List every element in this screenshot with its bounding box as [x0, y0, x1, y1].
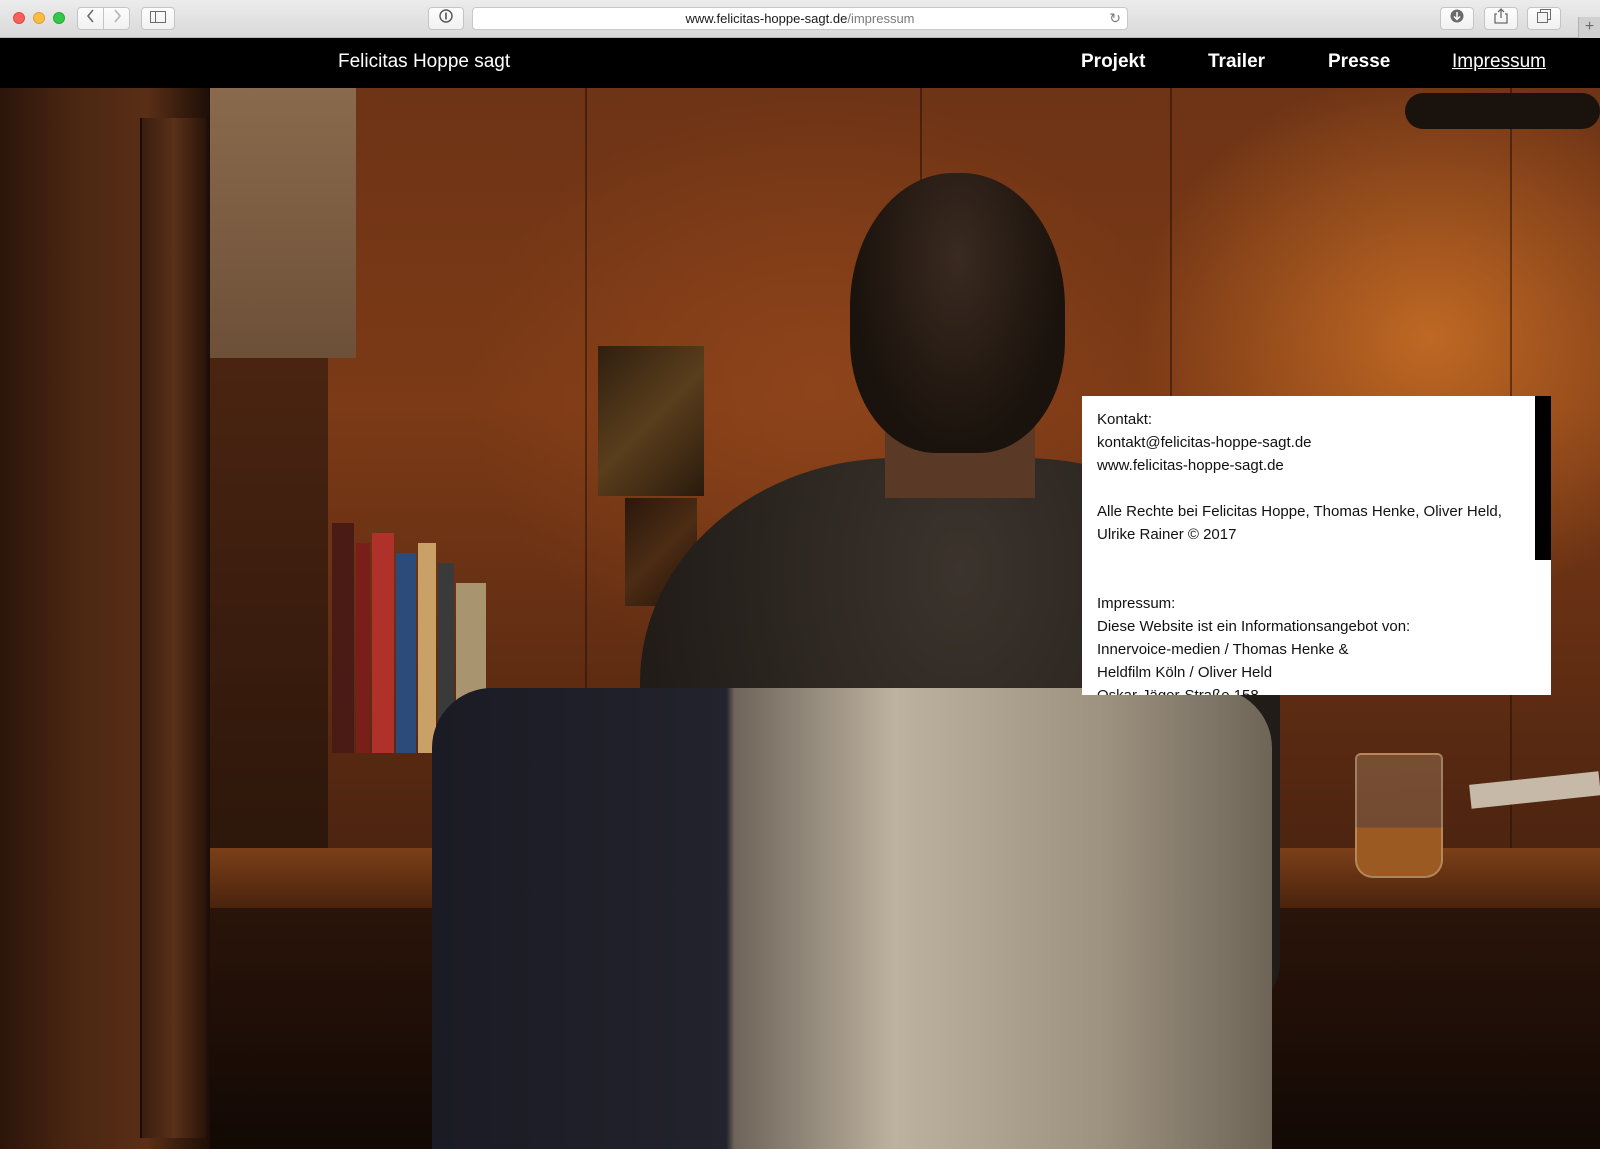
- close-window-button[interactable]: [13, 12, 25, 24]
- back-button[interactable]: [77, 7, 104, 30]
- nav-link-trailer[interactable]: Trailer: [1208, 38, 1265, 86]
- rights-text-line-1: Alle Rechte bei Felicitas Hoppe, Thomas …: [1097, 503, 1502, 520]
- street-address: Oskar-Jäger-Straße 158: [1097, 684, 1527, 695]
- url-domain: www.felicitas-hoppe-sagt.de: [685, 11, 848, 26]
- download-icon: [1450, 9, 1464, 28]
- impressum-heading: Impressum:: [1097, 595, 1176, 612]
- chevron-left-icon: [86, 9, 96, 28]
- share-icon: [1494, 8, 1508, 29]
- site-header: Felicitas Hoppe sagt Projekt Trailer Pre…: [0, 38, 1600, 88]
- website-link[interactable]: www.felicitas-hoppe-sagt.de: [1097, 454, 1527, 477]
- zoom-window-button[interactable]: [53, 12, 65, 24]
- panel-scrollbar[interactable]: [1535, 396, 1551, 560]
- nav-link-projekt[interactable]: Projekt: [1081, 38, 1145, 86]
- kontakt-heading: Kontakt:: [1097, 411, 1153, 428]
- forward-button[interactable]: [103, 7, 130, 30]
- contact-email-link[interactable]: kontakt@felicitas-hoppe-sagt.de: [1097, 431, 1527, 454]
- info-provider-text: Diese Website ist ein Informationsangebo…: [1097, 618, 1411, 635]
- tab-overview-button[interactable]: [1527, 7, 1561, 30]
- share-button[interactable]: [1484, 7, 1518, 30]
- address-bar[interactable]: www.felicitas-hoppe-sagt.de/impressum ↻: [472, 7, 1128, 30]
- impressum-panel[interactable]: Kontakt: kontakt@felicitas-hoppe-sagt.de…: [1082, 396, 1551, 695]
- reader-button[interactable]: [428, 7, 464, 30]
- impressum-content: Kontakt: kontakt@felicitas-hoppe-sagt.de…: [1097, 408, 1527, 695]
- reload-icon[interactable]: ↻: [1109, 8, 1121, 29]
- browser-toolbar: www.felicitas-hoppe-sagt.de/impressum ↻ …: [0, 0, 1600, 38]
- tabs-icon: [1537, 9, 1551, 28]
- chevron-right-icon: [112, 9, 122, 28]
- site-title[interactable]: Felicitas Hoppe sagt: [338, 38, 510, 86]
- sidebar-toggle-button[interactable]: [141, 7, 175, 30]
- url-path: /impressum: [847, 11, 915, 26]
- nav-link-presse[interactable]: Presse: [1328, 38, 1390, 86]
- new-tab-button[interactable]: +: [1578, 17, 1600, 38]
- minimize-window-button[interactable]: [33, 12, 45, 24]
- company-line-2: Heldfilm Köln / Oliver Held: [1097, 664, 1273, 681]
- rights-text-line-2: Ulrike Rainer © 2017: [1097, 526, 1237, 543]
- info-icon: [439, 9, 453, 28]
- plus-icon: +: [1584, 18, 1595, 35]
- sidebar-icon: [150, 10, 166, 28]
- nav-link-impressum[interactable]: Impressum: [1452, 38, 1546, 86]
- company-line-1: Innervoice-medien / Thomas Henke &: [1097, 641, 1349, 658]
- downloads-button[interactable]: [1440, 7, 1474, 30]
